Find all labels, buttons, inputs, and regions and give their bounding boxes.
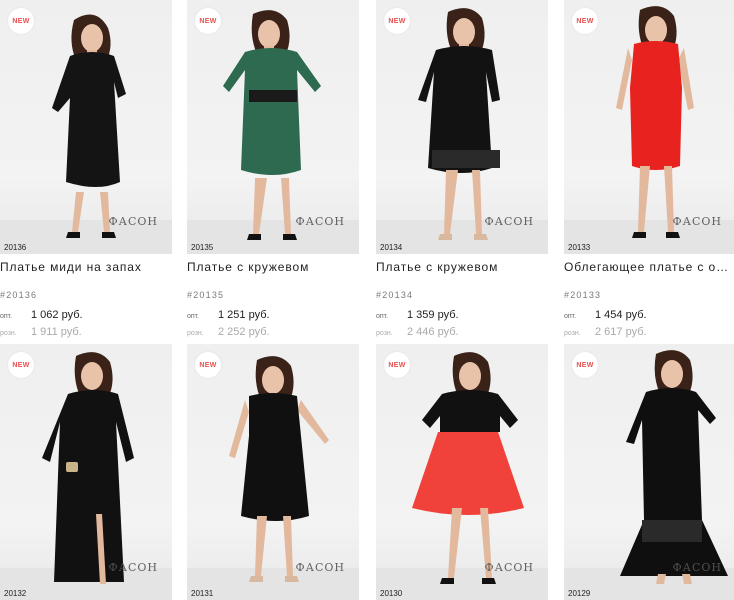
- retail-price-row: розн. 2 446 руб.: [376, 326, 548, 343]
- photo-code: 20129: [568, 589, 591, 598]
- brand-watermark: ФАСОН: [295, 561, 345, 574]
- wholesale-label: опт.: [0, 313, 13, 320]
- product-sku: #20133: [564, 290, 602, 300]
- product-card[interactable]: NEW ФАСОН 20132: [0, 344, 172, 600]
- brand-watermark: ФАСОН: [484, 215, 534, 228]
- retail-price: 2 446 руб.: [407, 326, 459, 338]
- product-photo[interactable]: NEW ФАСОН 20132: [0, 344, 172, 600]
- retail-price: 2 617 руб.: [595, 326, 647, 338]
- wholesale-label: опт.: [187, 313, 200, 320]
- retail-price: 1 911 руб.: [31, 326, 82, 338]
- retail-price-row: розн. 1 911 руб.: [0, 326, 172, 343]
- product-sku: #20136: [0, 290, 38, 300]
- product-photo[interactable]: NEW ФАСОН 20136: [0, 0, 172, 254]
- product-photo[interactable]: NEW ФАСОН 20133: [564, 0, 734, 254]
- wholesale-label: опт.: [376, 313, 389, 320]
- price-block: опт. 1 454 руб. розн. 2 617 руб.: [564, 309, 734, 343]
- retail-price-row: розн. 2 252 руб.: [187, 326, 359, 343]
- product-photo[interactable]: NEW ФАСОН 20131: [187, 344, 359, 600]
- brand-watermark: ФАСОН: [108, 561, 158, 574]
- product-photo[interactable]: NEW ФАСОН 20135: [187, 0, 359, 254]
- new-badge: NEW: [195, 352, 221, 378]
- photo-code: 20130: [380, 589, 403, 598]
- product-card[interactable]: NEW ФАСОН 20135 Платье с кружевом #20135…: [187, 0, 359, 343]
- product-photo[interactable]: NEW ФАСОН 20129: [564, 344, 734, 600]
- product-photo[interactable]: NEW ФАСОН 20130: [376, 344, 548, 600]
- product-sku: #20134: [376, 290, 414, 300]
- wholesale-price-row: опт. 1 359 руб.: [376, 309, 548, 326]
- wholesale-price-row: опт. 1 062 руб.: [0, 309, 172, 326]
- brand-watermark: ФАСОН: [108, 215, 158, 228]
- new-badge: NEW: [572, 352, 598, 378]
- photo-code: 20135: [191, 243, 214, 252]
- product-card[interactable]: NEW ФАСОН 20129: [564, 344, 734, 600]
- product-card[interactable]: NEW ФАСОН 20131: [187, 344, 359, 600]
- product-sku: #20135: [187, 290, 225, 300]
- dress-shape: [241, 393, 309, 521]
- product-card[interactable]: NEW ФАСОН 20134 Платье с кружевом #20134…: [376, 0, 548, 343]
- brand-watermark: ФАСОН: [672, 215, 722, 228]
- wholesale-price: 1 454 руб.: [595, 309, 647, 321]
- dress-shape: [620, 388, 728, 576]
- product-card[interactable]: NEW ФАСОН 20130: [376, 344, 548, 600]
- photo-code: 20133: [568, 243, 591, 252]
- dress-shape: [223, 48, 321, 175]
- wholesale-price-row: опт. 1 454 руб.: [564, 309, 734, 326]
- price-block: опт. 1 251 руб. розн. 2 252 руб.: [187, 309, 359, 343]
- new-badge: NEW: [195, 8, 221, 34]
- wholesale-price: 1 062 руб.: [31, 309, 83, 321]
- photo-code: 20134: [380, 243, 403, 252]
- new-badge: NEW: [384, 8, 410, 34]
- price-block: опт. 1 359 руб. розн. 2 446 руб.: [376, 309, 548, 343]
- retail-label: розн.: [187, 330, 204, 337]
- wholesale-price: 1 251 руб.: [218, 309, 270, 321]
- product-name[interactable]: Платье с кружевом: [187, 260, 355, 276]
- product-name[interactable]: Платье миди на запах: [0, 260, 168, 276]
- brand-watermark: ФАСОН: [295, 215, 345, 228]
- new-badge: NEW: [8, 352, 34, 378]
- retail-label: розн.: [0, 330, 17, 337]
- dress-shape: [412, 432, 524, 515]
- dress-shape: [42, 390, 134, 582]
- new-badge: NEW: [572, 8, 598, 34]
- photo-code: 20136: [4, 243, 27, 252]
- photo-code: 20132: [4, 589, 27, 598]
- brand-watermark: ФАСОН: [484, 561, 534, 574]
- wholesale-price-row: опт. 1 251 руб.: [187, 309, 359, 326]
- brand-watermark: ФАСОН: [672, 561, 722, 574]
- product-card[interactable]: NEW ФАСОН 20136 Платье миди на запах #20…: [0, 0, 172, 343]
- product-card[interactable]: NEW ФАСОН 20133 Облегающее платье с об… …: [564, 0, 734, 343]
- price-block: опт. 1 062 руб. розн. 1 911 руб.: [0, 309, 172, 343]
- retail-label: розн.: [564, 330, 581, 337]
- new-badge: NEW: [8, 8, 34, 34]
- wholesale-price: 1 359 руб.: [407, 309, 459, 321]
- retail-price: 2 252 руб.: [218, 326, 270, 338]
- product-name[interactable]: Платье с кружевом: [376, 260, 544, 276]
- product-name[interactable]: Облегающее платье с об…: [564, 260, 732, 276]
- new-badge: NEW: [384, 352, 410, 378]
- dress-shape: [52, 52, 126, 187]
- wholesale-label: опт.: [564, 313, 577, 320]
- product-photo[interactable]: NEW ФАСОН 20134: [376, 0, 548, 254]
- retail-label: розн.: [376, 330, 393, 337]
- photo-code: 20131: [191, 589, 214, 598]
- dress-shape: [630, 41, 682, 170]
- retail-price-row: розн. 2 617 руб.: [564, 326, 734, 343]
